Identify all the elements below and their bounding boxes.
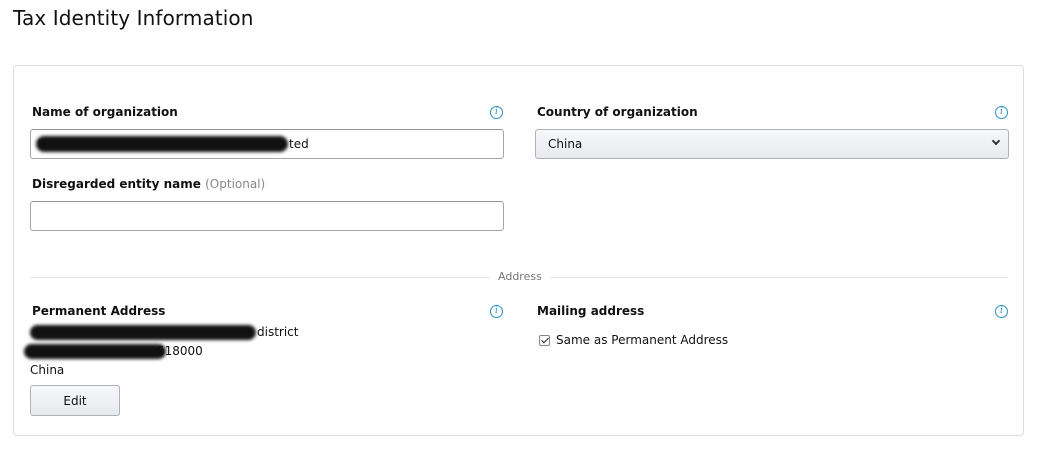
tax-identity-card: Name of organization i ted Country of or… (13, 65, 1024, 436)
page-title: Tax Identity Information (13, 6, 254, 30)
mailing-address-label: Mailing address (537, 304, 645, 318)
permanent-address-line-1: district (257, 325, 299, 339)
country-select[interactable]: China (535, 129, 1009, 159)
same-as-permanent-label[interactable]: Same as Permanent Address (556, 333, 728, 347)
disregarded-entity-label-text: Disregarded entity name (32, 177, 201, 191)
redacted-address-line-2 (24, 344, 166, 359)
permanent-address-label: Permanent Address (32, 304, 166, 318)
redacted-address-line-1 (30, 325, 256, 340)
mailing-address-info-icon[interactable]: i (995, 305, 1008, 318)
permanent-address-line-3: China (30, 363, 65, 377)
optional-tag: (Optional) (205, 177, 266, 191)
organization-name-info-icon[interactable]: i (490, 106, 503, 119)
country-label: Country of organization (537, 105, 698, 119)
country-select-value: China (548, 137, 583, 151)
disregarded-entity-input[interactable] (30, 201, 504, 231)
chevron-down-icon (991, 136, 1001, 146)
address-divider-label: Address (490, 270, 550, 283)
disregarded-entity-label: Disregarded entity name (Optional) (32, 177, 265, 191)
permanent-address-line-2: 518000 (157, 344, 203, 358)
permanent-address-info-icon[interactable]: i (490, 305, 503, 318)
edit-address-button[interactable]: Edit (30, 385, 120, 416)
country-info-icon[interactable]: i (995, 106, 1008, 119)
page: Tax Identity Information Name of organiz… (0, 0, 1037, 449)
same-as-permanent-checkbox[interactable] (539, 335, 550, 346)
redacted-organization-name (36, 136, 288, 152)
organization-name-label: Name of organization (32, 105, 178, 119)
